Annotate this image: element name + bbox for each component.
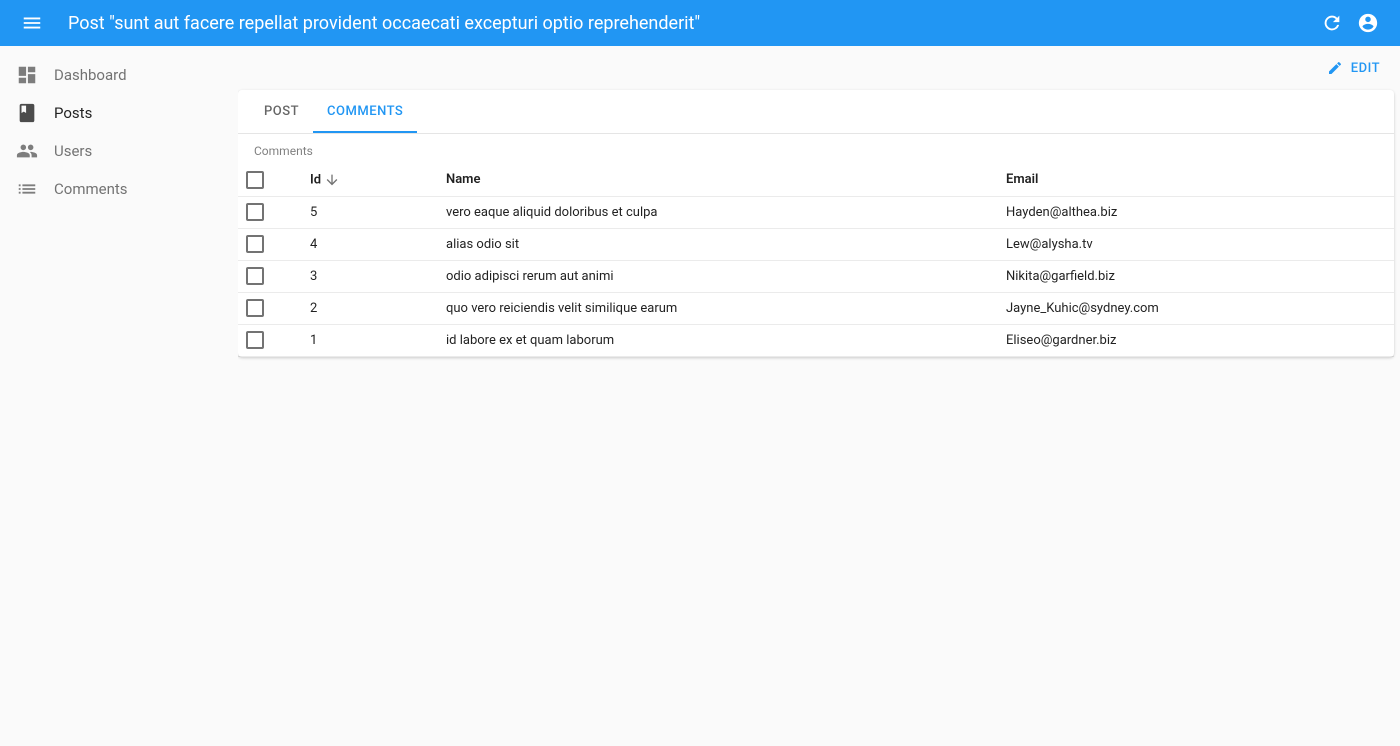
- sidebar-item-comments[interactable]: Comments: [0, 170, 238, 208]
- menu-icon: [21, 12, 43, 34]
- sidebar-item-posts[interactable]: Posts: [0, 94, 238, 132]
- detail-card: POST COMMENTS Comments Id N: [238, 90, 1394, 357]
- cell-name: odio adipisci rerum aut animi: [438, 260, 998, 292]
- column-header-id[interactable]: Id: [302, 164, 438, 196]
- table-row[interactable]: 1id labore ex et quam laborumEliseo@gard…: [238, 324, 1394, 356]
- cell-email: Lew@alysha.tv: [998, 228, 1394, 260]
- section-label-comments: Comments: [238, 134, 1394, 164]
- app-bar: Post "sunt aut facere repellat provident…: [0, 0, 1400, 46]
- sidebar-item-label: Comments: [54, 180, 128, 198]
- page-title: Post "sunt aut facere repellat provident…: [68, 13, 700, 34]
- cell-id: 1: [302, 324, 438, 356]
- sidebar-item-label: Posts: [54, 104, 92, 122]
- list-icon: [16, 178, 38, 200]
- menu-button[interactable]: [14, 5, 50, 41]
- tab-comments[interactable]: COMMENTS: [313, 90, 417, 133]
- table-row[interactable]: 2quo vero reiciendis velit similique ear…: [238, 292, 1394, 324]
- select-all-checkbox[interactable]: [246, 171, 264, 189]
- cell-id: 4: [302, 228, 438, 260]
- cell-id: 2: [302, 292, 438, 324]
- sidebar-item-label: Dashboard: [54, 66, 127, 84]
- account-button[interactable]: [1350, 5, 1386, 41]
- tab-bar: POST COMMENTS: [238, 90, 1394, 134]
- table-row[interactable]: 4alias odio sitLew@alysha.tv: [238, 228, 1394, 260]
- column-header-name[interactable]: Name: [438, 164, 998, 196]
- cell-email: Nikita@garfield.biz: [998, 260, 1394, 292]
- sidebar-item-label: Users: [54, 142, 92, 160]
- cell-name: vero eaque aliquid doloribus et culpa: [438, 196, 998, 228]
- sidebar: Dashboard Posts Users Comments: [0, 46, 238, 746]
- tab-post[interactable]: POST: [250, 90, 313, 133]
- cell-email: Eliseo@gardner.biz: [998, 324, 1394, 356]
- column-header-email-label: Email: [1006, 172, 1038, 187]
- column-header-id-label: Id: [310, 172, 321, 187]
- column-header-email[interactable]: Email: [998, 164, 1394, 196]
- cell-email: Jayne_Kuhic@sydney.com: [998, 292, 1394, 324]
- sidebar-item-users[interactable]: Users: [0, 132, 238, 170]
- cell-id: 3: [302, 260, 438, 292]
- action-bar: EDIT: [238, 46, 1400, 90]
- book-icon: [16, 102, 38, 124]
- arrow-down-icon: [324, 172, 340, 188]
- refresh-icon: [1321, 12, 1343, 34]
- account-circle-icon: [1357, 12, 1379, 34]
- cell-name: quo vero reiciendis velit similique earu…: [438, 292, 998, 324]
- main-content: EDIT POST COMMENTS Comments Id: [238, 46, 1400, 746]
- row-checkbox[interactable]: [246, 267, 264, 285]
- table-row[interactable]: 3odio adipisci rerum aut animiNikita@gar…: [238, 260, 1394, 292]
- cell-name: id labore ex et quam laborum: [438, 324, 998, 356]
- edit-button[interactable]: EDIT: [1317, 54, 1390, 82]
- people-icon: [16, 140, 38, 162]
- sidebar-item-dashboard[interactable]: Dashboard: [0, 56, 238, 94]
- edit-button-label: EDIT: [1351, 61, 1380, 76]
- row-checkbox[interactable]: [246, 331, 264, 349]
- comments-table: Id Name Email 5vero eaque aliquid dolori…: [238, 164, 1394, 357]
- column-header-name-label: Name: [446, 172, 480, 187]
- row-checkbox[interactable]: [246, 299, 264, 317]
- cell-email: Hayden@althea.biz: [998, 196, 1394, 228]
- table-row[interactable]: 5vero eaque aliquid doloribus et culpaHa…: [238, 196, 1394, 228]
- cell-id: 5: [302, 196, 438, 228]
- pencil-icon: [1327, 60, 1343, 76]
- refresh-button[interactable]: [1314, 5, 1350, 41]
- cell-name: alias odio sit: [438, 228, 998, 260]
- row-checkbox[interactable]: [246, 235, 264, 253]
- row-checkbox[interactable]: [246, 203, 264, 221]
- dashboard-icon: [16, 64, 38, 86]
